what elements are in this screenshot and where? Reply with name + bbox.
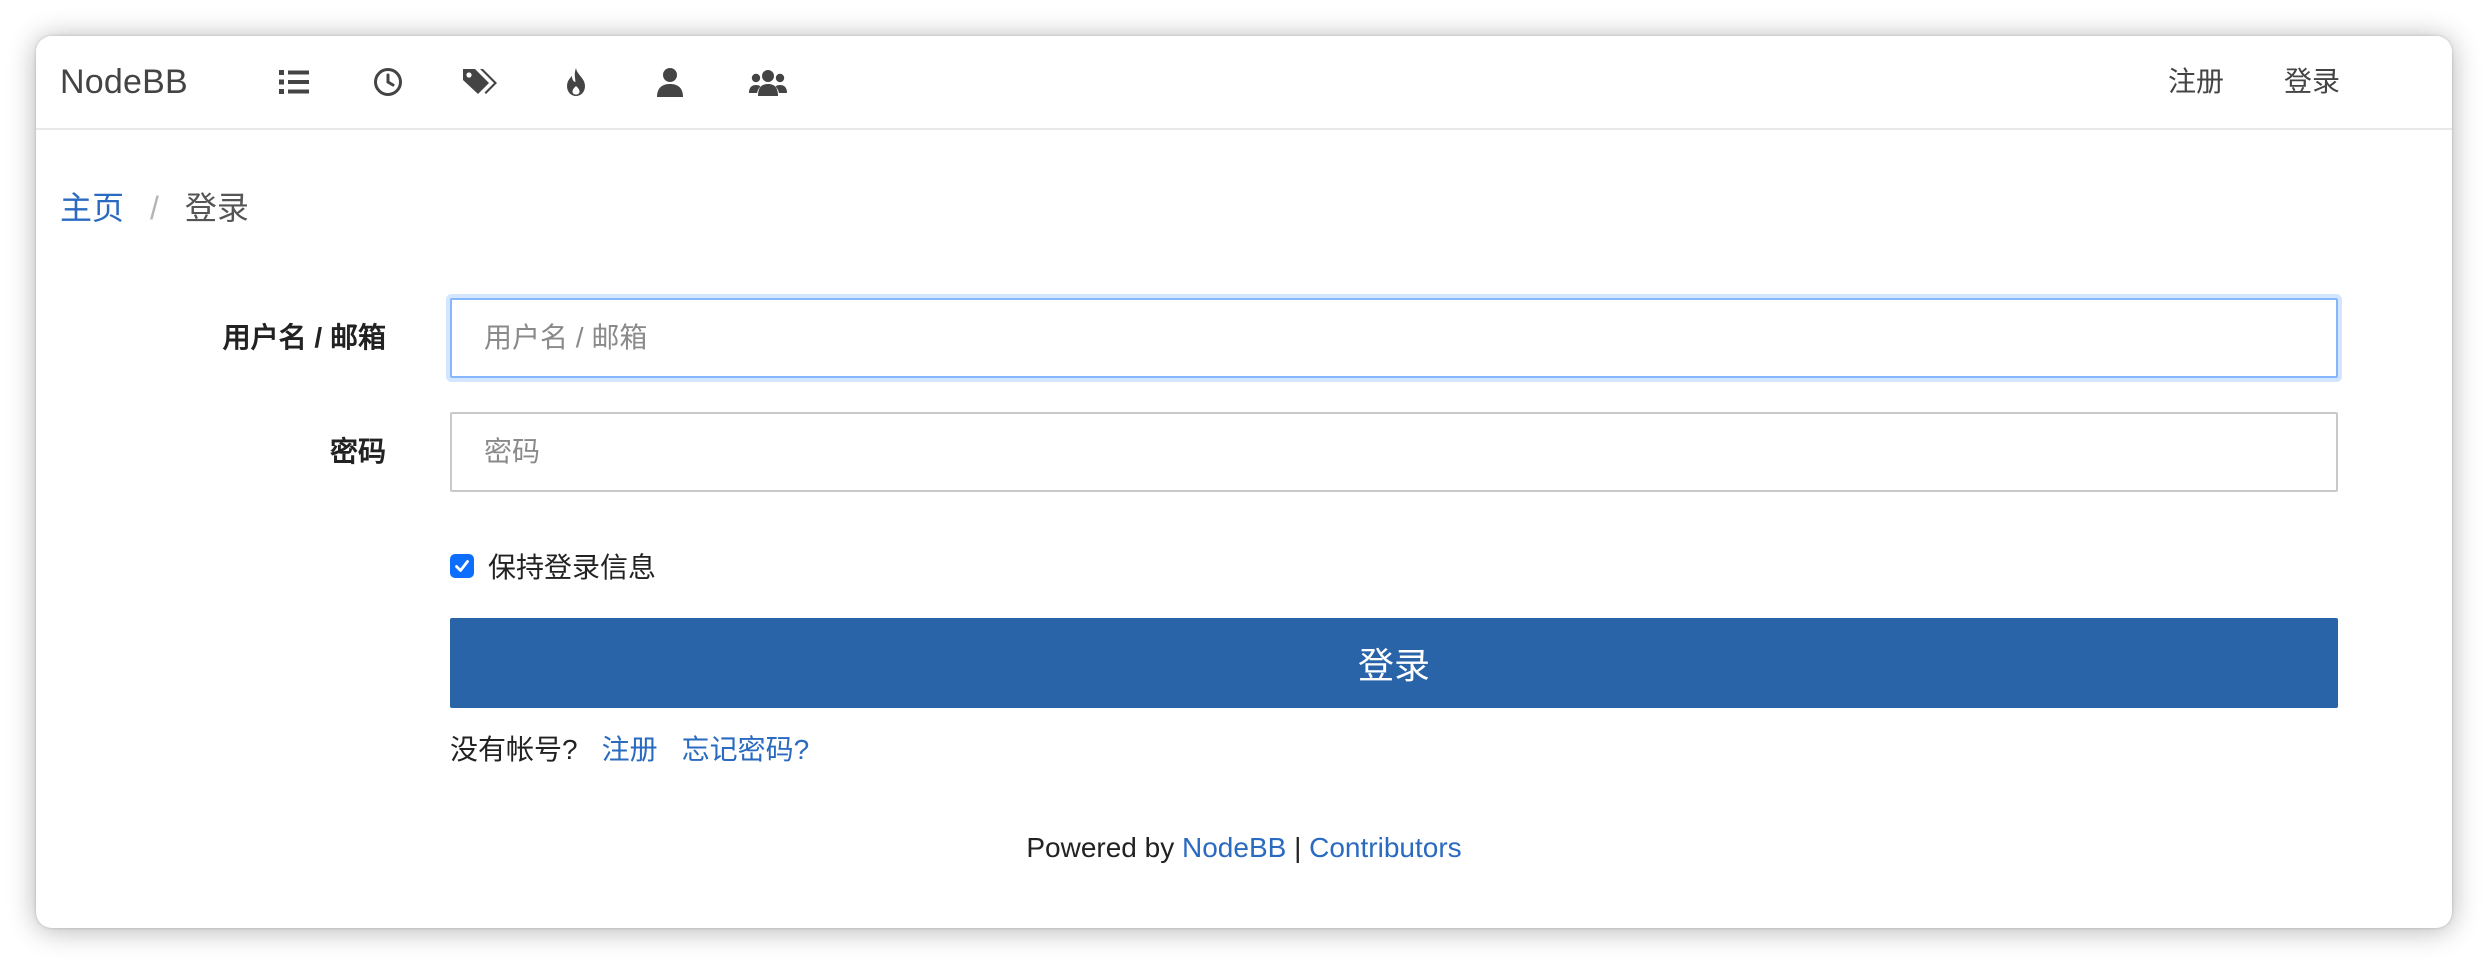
checkmark-icon — [455, 560, 469, 572]
breadcrumb-separator: / — [150, 190, 159, 226]
footer-powered-by: Powered by — [1026, 832, 1175, 863]
password-label: 密码 — [329, 436, 386, 467]
footer-separator: | — [1294, 832, 1302, 863]
footer-contributors-link[interactable]: Contributors — [1309, 832, 1462, 863]
popular-fire-icon[interactable] — [554, 60, 598, 104]
nav-login-link[interactable]: 登录 — [2284, 36, 2340, 128]
remember-me-label[interactable]: 保持登录信息 — [488, 546, 656, 586]
users-icon[interactable] — [648, 60, 692, 104]
brand-logo-link[interactable]: NodeBB — [60, 36, 188, 128]
password-input[interactable] — [450, 412, 2338, 492]
footer-nodebb-link[interactable]: NodeBB — [1182, 832, 1286, 863]
browser-window: NodeBB 注册 登录 主页 / 登录 用户名 / 邮箱 用户名 / 邮箱 密… — [36, 36, 2452, 928]
no-account-prompt: 没有帐号? — [450, 734, 578, 765]
categories-list-icon[interactable] — [272, 60, 316, 104]
footer: Powered by NodeBB | Contributors — [36, 826, 2452, 870]
remember-me-checkbox[interactable] — [450, 554, 474, 578]
tags-icon[interactable] — [458, 60, 502, 104]
nav-register-link[interactable]: 注册 — [2168, 36, 2224, 128]
groups-icon[interactable] — [746, 60, 790, 104]
recent-clock-icon[interactable] — [366, 60, 410, 104]
remember-me-row: 保持登录信息 — [450, 546, 656, 586]
login-submit-button[interactable]: 登录 — [450, 618, 2338, 708]
username-label: 用户名 / 邮箱 — [222, 322, 386, 353]
breadcrumb-home-link[interactable]: 主页 — [60, 184, 124, 232]
forgot-password-link[interactable]: 忘记密码? — [682, 728, 810, 772]
signup-row: 没有帐号? 注册 忘记密码? — [450, 728, 809, 772]
breadcrumb: 主页 / 登录 — [60, 184, 249, 232]
username-input[interactable] — [450, 298, 2338, 378]
navbar: NodeBB 注册 登录 — [36, 36, 2452, 130]
register-link[interactable]: 注册 — [602, 728, 658, 772]
breadcrumb-current: 登录 — [184, 190, 249, 226]
